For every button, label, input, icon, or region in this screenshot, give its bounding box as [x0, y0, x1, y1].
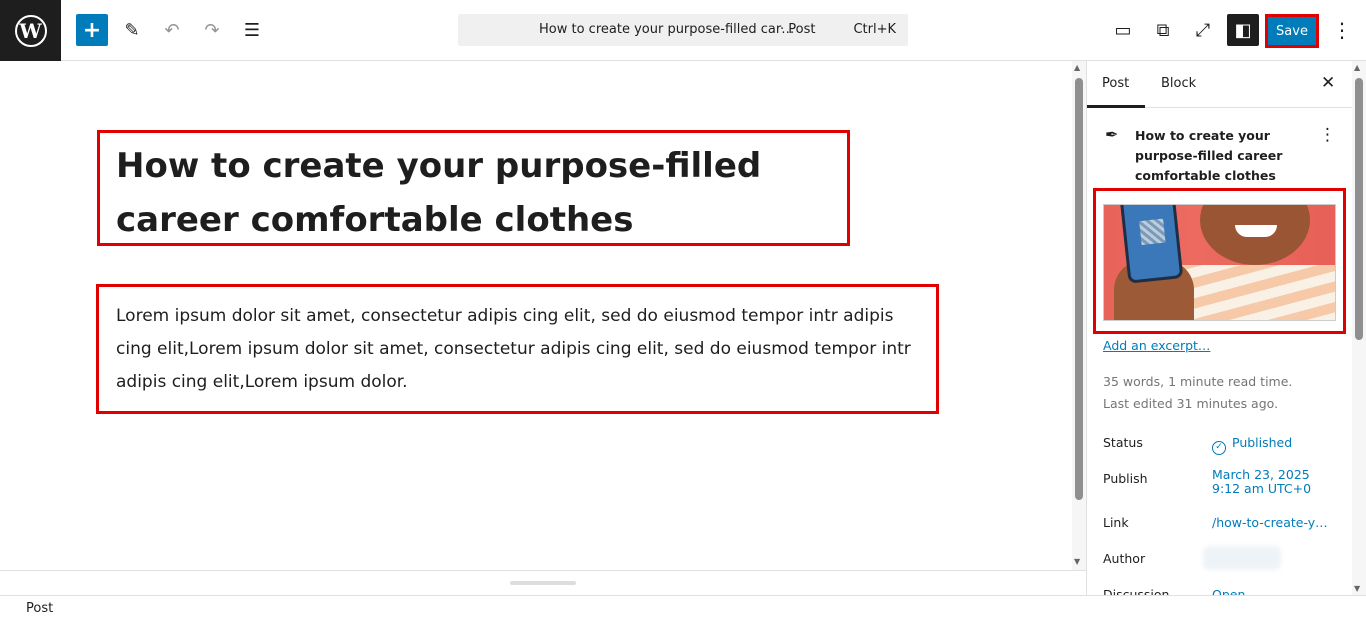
editor-scrollbar[interactable]: ▲ ▼ [1072, 61, 1086, 570]
undo-icon: ↶ [164, 19, 180, 41]
document-overview-button[interactable]: ☰ [236, 14, 268, 46]
post-feather-icon: ✒ [1105, 125, 1119, 144]
qr-code [1139, 218, 1166, 246]
add-block-button[interactable]: + [76, 14, 108, 46]
scroll-up-icon[interactable]: ▲ [1074, 63, 1080, 72]
save-button-highlight: Save [1265, 14, 1319, 48]
scroll-up-icon[interactable]: ▲ [1354, 63, 1360, 72]
post-title[interactable]: How to create your purpose-filled career… [116, 139, 836, 247]
publish-date: March 23, 2025 [1212, 467, 1310, 482]
post-summary-title: How to create your purpose-filled career… [1135, 128, 1283, 183]
sidebar-icon: ◧ [1234, 19, 1252, 41]
editor-header: W + ✎ ↶ ↷ ☰ How to create your purpose-f… [0, 0, 1366, 61]
permalink-button[interactable]: /how-to-create-y… [1212, 515, 1328, 530]
status-label: Status [1103, 435, 1143, 450]
settings-sidebar: Post Block ✕ ✒ How to create your purpos… [1086, 61, 1352, 595]
tools-button[interactable]: ✎ [116, 14, 148, 46]
discussion-value[interactable]: Open [1212, 587, 1245, 595]
command-shortcut: Ctrl+K [853, 22, 896, 37]
resize-handle[interactable] [510, 581, 576, 585]
check-circle-icon: ✓ [1212, 441, 1226, 455]
sidebar-scroll-thumb[interactable] [1355, 78, 1363, 340]
tab-block[interactable]: Block [1161, 76, 1196, 91]
desktop-icon: ▭ [1114, 19, 1132, 41]
featured-image[interactable] [1103, 204, 1336, 321]
list-view-icon: ☰ [243, 19, 261, 41]
settings-toggle-button[interactable]: ◧ [1227, 14, 1259, 46]
options-button[interactable]: ⋮ [1326, 14, 1358, 46]
breadcrumb[interactable]: Post [26, 601, 53, 616]
fullscreen-icon: ⤢ [1195, 19, 1211, 41]
save-button[interactable]: Save [1268, 17, 1316, 45]
wordpress-icon: W [14, 14, 47, 47]
paragraph-block[interactable]: Lorem ipsum dolor sit amet, consectetur … [116, 300, 931, 399]
publish-time: 9:12 am UTC+0 [1212, 481, 1312, 496]
active-tab-indicator [1087, 105, 1145, 108]
title-highlight: How to create your purpose-filled career… [97, 130, 850, 246]
sidebar-tabs: Post Block ✕ [1087, 61, 1352, 108]
external-link-icon: ⧉ [1156, 19, 1170, 41]
status-text: Published [1232, 435, 1293, 450]
last-edited: Last edited 31 minutes ago. [1103, 396, 1279, 411]
status-value[interactable]: ✓ Published [1212, 435, 1292, 455]
wordpress-logo-button[interactable]: W [0, 0, 61, 61]
tab-post[interactable]: Post [1102, 76, 1129, 91]
post-meta: 35 words, 1 minute read time. Last edite… [1103, 371, 1292, 415]
pencil-icon: ✎ [124, 19, 140, 41]
scroll-down-icon[interactable]: ▼ [1074, 557, 1080, 566]
scroll-down-icon[interactable]: ▼ [1354, 584, 1360, 593]
more-vertical-icon: ⋮ [1332, 18, 1352, 42]
publish-date-button[interactable]: March 23, 2025 9:12 am UTC+0 [1212, 468, 1311, 496]
command-palette-bar[interactable]: How to create your purpose-filled car… ·… [458, 14, 908, 46]
editor-scroll-thumb[interactable] [1075, 78, 1083, 500]
undo-button[interactable]: ↶ [156, 14, 188, 46]
editor-resize-area [0, 570, 1086, 595]
word-count: 35 words, 1 minute read time. [1103, 374, 1293, 389]
author-label: Author [1103, 551, 1146, 566]
discussion-label: Discussion [1103, 587, 1170, 595]
redo-button[interactable]: ↷ [196, 14, 228, 46]
close-icon[interactable]: ✕ [1321, 73, 1335, 93]
publish-label: Publish [1103, 471, 1148, 486]
author-select[interactable] [1203, 546, 1281, 570]
featured-image-highlight [1093, 188, 1346, 334]
image-phone [1119, 205, 1184, 284]
command-kind: · Post [780, 22, 816, 37]
block-breadcrumb-bar: Post [0, 595, 1366, 620]
view-button[interactable]: ▭ [1107, 14, 1139, 46]
image-smile [1235, 225, 1277, 237]
paragraph-highlight: Lorem ipsum dolor sit amet, consectetur … [96, 284, 939, 414]
editor-canvas: How to create your purpose-filled career… [0, 61, 1072, 570]
add-excerpt-link[interactable]: Add an excerpt… [1103, 338, 1210, 353]
command-title: How to create your purpose-filled car… [539, 22, 795, 37]
link-label: Link [1103, 515, 1129, 530]
sidebar-scrollbar[interactable]: ▲ ▼ [1352, 61, 1366, 595]
redo-icon: ↷ [204, 19, 220, 41]
fullscreen-button[interactable]: ⤢ [1187, 14, 1219, 46]
plus-icon: + [82, 17, 102, 43]
more-vertical-icon[interactable]: ⋮ [1319, 125, 1336, 145]
view-post-button[interactable]: ⧉ [1147, 14, 1179, 46]
